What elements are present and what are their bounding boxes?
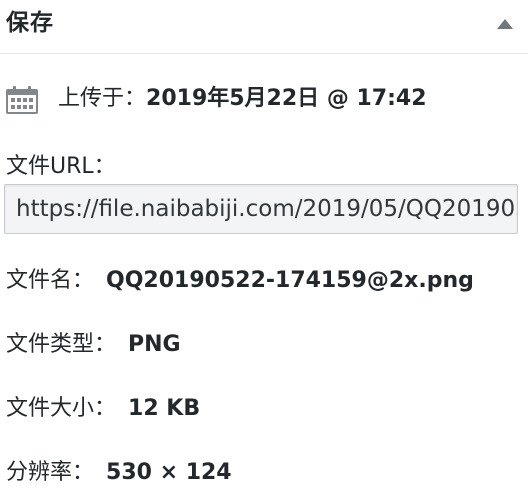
- file-url-field[interactable]: [5, 185, 517, 233]
- file-name-label: 文件名：: [6, 268, 95, 293]
- file-type-row: 文件类型： PNG: [6, 330, 181, 360]
- attachment-details-panel: 保存 上传于：2019年5月22日 @ 17:42 文件URL： 文件名： QQ2…: [0, 0, 528, 502]
- file-name-row: 文件名： QQ20190522-174159@2x.png: [6, 266, 474, 296]
- upload-date-row: 上传于：2019年5月22日 @ 17:42: [58, 84, 427, 114]
- dimensions-label: 分辨率：: [6, 460, 95, 485]
- dimensions-row: 分辨率： 530 × 124: [6, 458, 232, 488]
- file-type-value: PNG: [128, 332, 181, 357]
- file-size-row: 文件大小： 12 KB: [6, 394, 200, 424]
- dimensions-value: 530 × 124: [106, 460, 232, 485]
- calendar-icon: [6, 86, 38, 114]
- file-url-label-text: 文件URL：: [6, 154, 116, 179]
- upload-date-label: 上传于：: [58, 86, 147, 111]
- file-size-value: 12 KB: [128, 396, 201, 421]
- upload-date-value: 2019年5月22日 @ 17:42: [146, 86, 427, 111]
- panel-header[interactable]: 保存: [0, 0, 528, 54]
- file-url-label: 文件URL：: [6, 152, 116, 182]
- panel-title: 保存: [6, 10, 54, 36]
- file-url-field-box[interactable]: [4, 184, 518, 234]
- file-name-value: QQ20190522-174159@2x.png: [106, 268, 474, 293]
- file-type-label: 文件类型：: [6, 332, 117, 357]
- triangle-up-icon[interactable]: [496, 15, 514, 33]
- file-size-label: 文件大小：: [6, 396, 117, 421]
